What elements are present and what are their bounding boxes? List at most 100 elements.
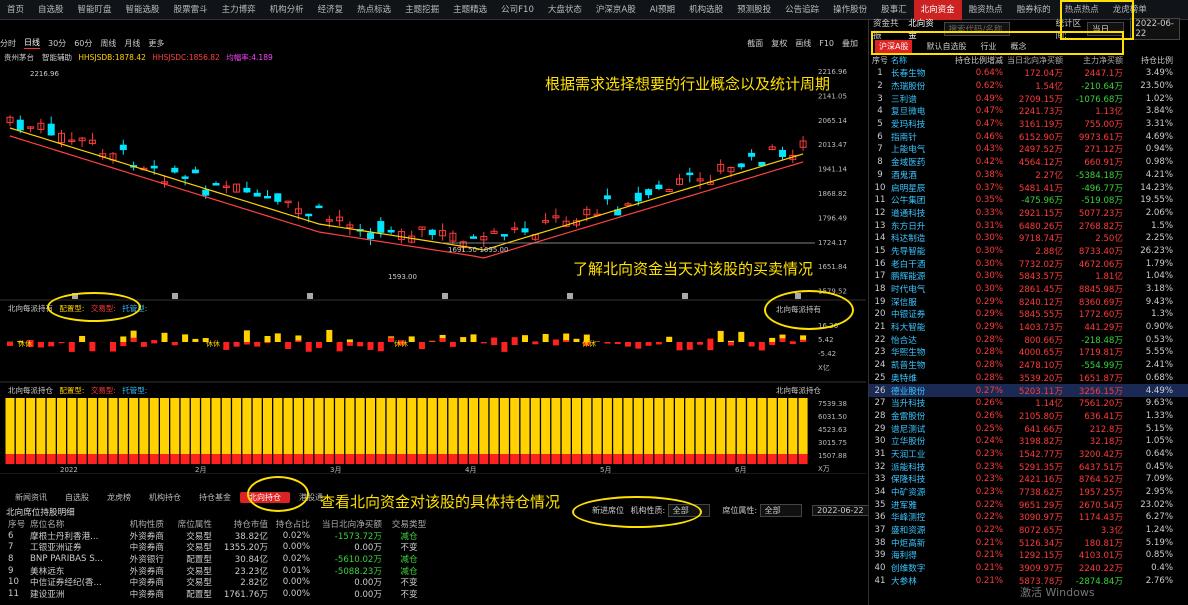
list-item[interactable]: 12 道通科技 0.33% 2921.15万 5077.23万 2.06% xyxy=(869,207,1188,220)
nav-item-12[interactable]: 大盘状态 xyxy=(541,0,589,20)
list-item[interactable]: 22 怡合达 0.28% 800.66万 -218.48万 0.53% xyxy=(869,333,1188,346)
list-item[interactable]: 3 三利谱 0.49% 2709.15万 -1076.68万 1.02% xyxy=(869,92,1188,105)
table-row[interactable]: 9 美林远东 外资券商 交易型 23.23亿 0.01% -5088.23万 减仓 xyxy=(0,565,436,577)
list-item[interactable]: 14 科达制造 0.30% 9718.74万 2.50亿 2.25% xyxy=(869,232,1188,245)
nav-item-0[interactable]: 首页 xyxy=(0,0,31,20)
nav-item-7[interactable]: 经济复 xyxy=(311,0,351,20)
list-item[interactable]: 38 中炬高新 0.21% 5126.34万 180.81万 5.19% xyxy=(869,536,1188,549)
netbuy-bar-2 xyxy=(707,338,714,342)
seat-attr-select[interactable]: 全部 xyxy=(759,504,802,517)
nav-item-1[interactable]: 自选股 xyxy=(31,0,71,20)
list-item[interactable]: 17 鹏辉能源 0.30% 5843.57万 1.81亿 1.04% xyxy=(869,270,1188,283)
list-item[interactable]: 9 酒鬼酒 0.38% 2.27亿 -5384.18万 4.21% xyxy=(869,169,1188,182)
nav-item-8[interactable]: 热点标选 xyxy=(350,0,398,20)
chart-period-3[interactable]: 60分 xyxy=(74,38,92,49)
holding-bar-yellow xyxy=(644,398,654,454)
date-select[interactable]: 2022-06-22 xyxy=(812,505,869,516)
list-item[interactable]: 6 指南针 0.46% 6152.90万 9973.61万 4.69% xyxy=(869,130,1188,143)
stat-date[interactable]: 2022-06-22 xyxy=(1130,17,1181,40)
list-item[interactable]: 25 奥特维 0.28% 3539.20万 1651.87万 0.68% xyxy=(869,372,1188,385)
list-item[interactable]: 35 进军雅 0.22% 9651.29万 2670.54万 23.02% xyxy=(869,498,1188,511)
nav-item-10[interactable]: 主题精选 xyxy=(446,0,494,20)
right-col-header[interactable]: 持仓比例 xyxy=(1123,55,1179,66)
nav-item-15[interactable]: 机构选股 xyxy=(682,0,730,20)
list-cell: 636.41万 xyxy=(1084,411,1123,422)
list-item[interactable]: 40 创维数字 0.21% 3909.97万 2240.22万 0.4% xyxy=(869,562,1188,575)
list-item[interactable]: 36 华峰测控 0.22% 3090.97万 1174.43万 6.27% xyxy=(869,511,1188,524)
nav-item-5[interactable]: 主力博弈 xyxy=(215,0,263,20)
nav-item-13[interactable]: 沪深京A股 xyxy=(589,0,643,20)
nav-item-17[interactable]: 公告追踪 xyxy=(778,0,826,20)
list-item[interactable]: 2 杰瑞股份 0.62% 1.54亿 -210.64万 23.50% xyxy=(869,80,1188,93)
right-col-header[interactable]: 主力净买额 xyxy=(1063,55,1123,66)
bottom-tab-1[interactable]: 自选股 xyxy=(56,492,98,503)
nav-item-3[interactable]: 智能选股 xyxy=(119,0,167,20)
nav-item-14[interactable]: AI预期 xyxy=(643,0,682,20)
nav-item-18[interactable]: 操作股份 xyxy=(826,0,874,20)
table-row[interactable]: 10 中信证券经纪(香... 中资券商 交易型 2.82亿 0.00% 0.00万 不变 xyxy=(0,576,436,588)
bottom-tab-0[interactable]: 新闻资讯 xyxy=(6,492,56,503)
list-item[interactable]: 24 凯普生物 0.28% 2478.10万 -554.99万 2.41% xyxy=(869,359,1188,372)
bottom-tab-3[interactable]: 机构持仓 xyxy=(140,492,190,503)
list-item[interactable]: 20 中银证券 0.29% 5845.55万 1772.60万 1.3% xyxy=(869,308,1188,321)
list-item[interactable]: 18 时代电气 0.30% 2861.45万 8845.98万 3.18% xyxy=(869,283,1188,296)
list-item[interactable]: 5 爱玛科技 0.47% 3161.19万 755.00万 3.31% xyxy=(869,118,1188,131)
list-item[interactable]: 11 公牛集团 0.35% -475.96万 -519.08万 19.55% xyxy=(869,194,1188,207)
list-cell: 6437.51万 xyxy=(1078,462,1123,473)
list-item[interactable]: 4 复旦微电 0.47% 2241.73万 1.13亿 3.84% xyxy=(869,105,1188,118)
list-item[interactable]: 23 华熙生物 0.28% 4000.65万 1719.81万 5.55% xyxy=(869,346,1188,359)
list-item[interactable]: 7 上能电气 0.43% 2497.52万 271.12万 0.94% xyxy=(869,143,1188,156)
nav-item-6[interactable]: 机构分析 xyxy=(263,0,311,20)
list-item[interactable]: 21 科大智能 0.29% 1403.73万 441.29万 0.90% xyxy=(869,321,1188,334)
list-item[interactable]: 33 保隆科技 0.23% 2421.16万 8764.52万 7.09% xyxy=(869,473,1188,486)
list-item[interactable]: 8 金域医药 0.42% 4564.12万 660.91万 0.98% xyxy=(869,156,1188,169)
list-item[interactable]: 34 中矿资源 0.23% 7738.62万 1957.25万 2.95% xyxy=(869,486,1188,499)
chart-tool-1[interactable]: 复权 xyxy=(771,38,787,49)
nav-item-16[interactable]: 预测股投 xyxy=(730,0,778,20)
chart-period-4[interactable]: 周线 xyxy=(100,38,116,49)
list-item[interactable]: 29 谱尼测试 0.25% 641.66万 212.8万 5.15% xyxy=(869,422,1188,435)
list-item[interactable]: 19 深信服 0.29% 8240.12万 8360.69万 9.43% xyxy=(869,295,1188,308)
chart-period-6[interactable]: 更多 xyxy=(148,38,164,49)
list-item[interactable]: 28 金雷股份 0.26% 2105.80万 636.41万 1.33% xyxy=(869,410,1188,423)
nav-item-4[interactable]: 股票雷斗 xyxy=(167,0,215,20)
list-item[interactable]: 10 启明星辰 0.37% 5481.41万 -496.77万 14.23% xyxy=(869,181,1188,194)
list-item[interactable]: 32 派能科技 0.23% 5291.35万 6437.51万 0.45% xyxy=(869,460,1188,473)
bottom-tab-4[interactable]: 持仓基金 xyxy=(190,492,240,503)
list-cell: 4.49% xyxy=(1145,385,1173,396)
nav-item-2[interactable]: 智能盯盘 xyxy=(71,0,119,20)
chart-tool-3[interactable]: F10 xyxy=(819,39,834,48)
table-row[interactable]: 8 BNP PARIBAS S... 外资银行 配置型 30.84亿 0.02% -5610… xyxy=(0,553,436,565)
chart-period-1[interactable]: 日线 xyxy=(24,37,40,49)
table-row[interactable]: 7 工银亚洲证券 中资券商 交易型 1355.20万 0.00% 0.00万 不变 xyxy=(0,542,436,553)
list-item[interactable]: 15 先导智能 0.30% 2.88亿 8733.40万 26.23% xyxy=(869,245,1188,258)
netbuy-bar xyxy=(728,340,734,342)
table-row[interactable]: 11 建设亚洲 中资券商 配置型 1761.76万 0.00% 0.00万 不变 xyxy=(0,588,436,600)
list-item[interactable]: 30 立华股份 0.24% 3198.82万 32.18万 1.05% xyxy=(869,435,1188,448)
chart-tool-0[interactable]: 截面 xyxy=(747,38,763,49)
list-item[interactable]: 16 老白干酒 0.30% 7732.02万 4672.06万 1.79% xyxy=(869,257,1188,270)
list-item[interactable]: 37 盛和资源 0.22% 8072.65万 3.3亿 1.24% xyxy=(869,524,1188,537)
nav-item-21[interactable]: 融资热点 xyxy=(962,0,1010,20)
nav-item-22[interactable]: 融券标的 xyxy=(1010,0,1058,20)
list-item[interactable]: 1 长春生物 0.64% 172.04万 2447.1万 3.49% xyxy=(869,67,1188,80)
chart-tool-4[interactable]: 叠加 xyxy=(842,38,858,49)
list-item[interactable]: 39 海利得 0.21% 1292.15万 4103.01万 0.85% xyxy=(869,549,1188,562)
list-item[interactable]: 31 天润工业 0.23% 1542.77万 3200.42万 0.64% xyxy=(869,448,1188,461)
chart-period-2[interactable]: 30分 xyxy=(48,38,66,49)
right-col-header[interactable]: 持仓比例增减 xyxy=(947,55,1003,66)
table-row[interactable]: 6 摩根士丹利香港... 外资券商 交易型 38.82亿 0.02% -1573.72万 减仓 xyxy=(0,530,436,542)
chart-period-5[interactable]: 月线 xyxy=(124,38,140,49)
chart-tool-2[interactable]: 画线 xyxy=(795,38,811,49)
list-item[interactable]: 13 东方日升 0.31% 6480.26万 2768.82万 1.5% xyxy=(869,219,1188,232)
right-col-header[interactable]: 当日北向净买额 xyxy=(1003,55,1063,66)
right-col-header[interactable]: 名称 xyxy=(891,55,947,66)
bottom-tab-2[interactable]: 龙虎榜 xyxy=(98,492,140,503)
list-item[interactable]: 26 德业股份 0.27% 5203.11万 3256.15万 4.49% xyxy=(869,384,1188,397)
list-item[interactable]: 27 当升科技 0.26% 1.14亿 7561.20万 9.63% xyxy=(869,397,1188,410)
nav-item-11[interactable]: 公司F10 xyxy=(494,0,541,20)
chart-period-0[interactable]: 分时 xyxy=(0,38,16,49)
nav-item-9[interactable]: 主题挖掘 xyxy=(398,0,446,20)
right-col-header[interactable]: 序号 xyxy=(869,55,891,66)
holding-bar-red xyxy=(160,454,169,464)
